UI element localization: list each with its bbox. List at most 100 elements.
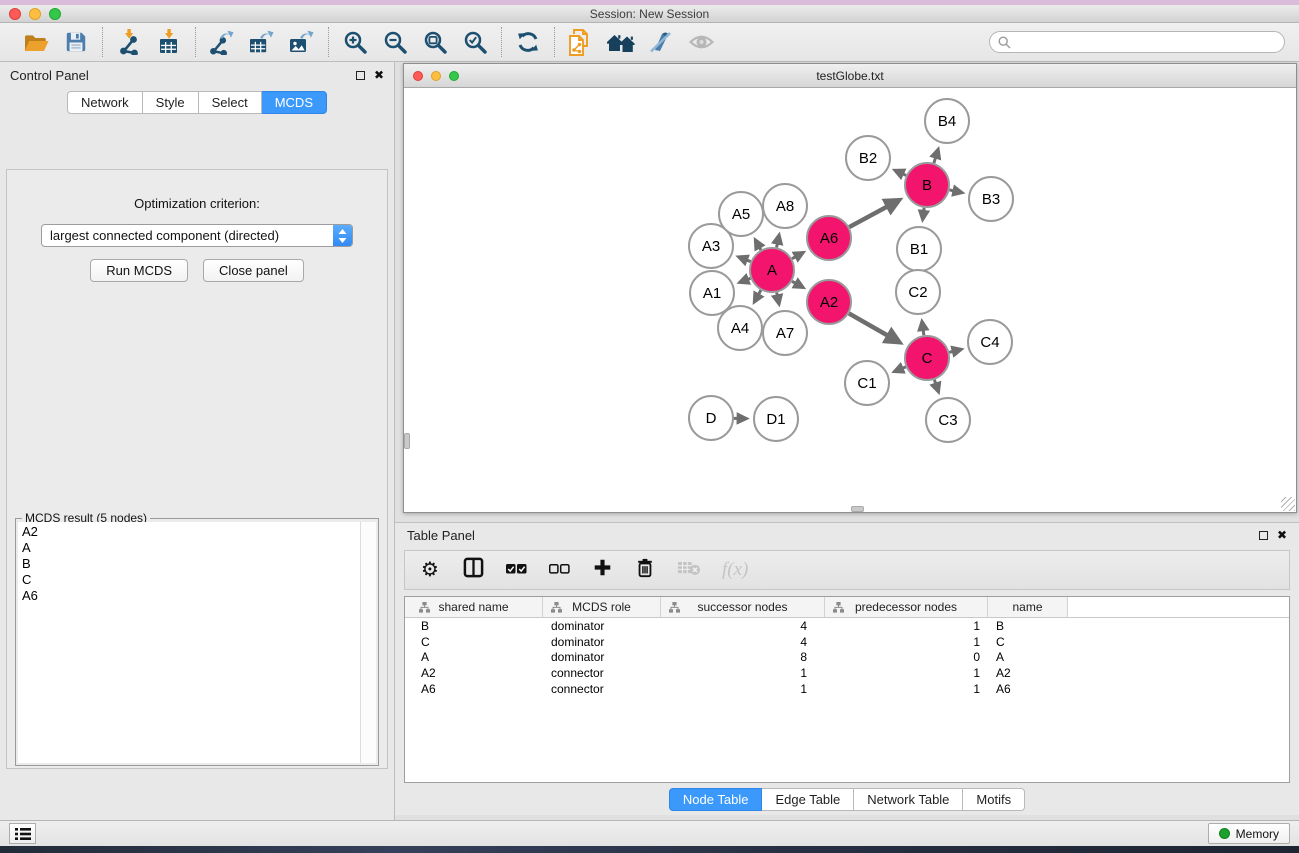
clone-network-button[interactable] xyxy=(568,29,594,55)
save-session-button[interactable] xyxy=(63,29,89,55)
hide-labels-button[interactable] xyxy=(648,29,674,55)
column-header-successor-nodes[interactable]: successor nodes xyxy=(661,597,825,617)
network-minimize-button[interactable] xyxy=(431,71,441,81)
refresh-layout-button[interactable] xyxy=(515,29,541,55)
close-panel-button[interactable]: Close panel xyxy=(203,259,304,282)
canvas-vertical-scrollbar[interactable] xyxy=(404,433,410,449)
edge-C-C2[interactable] xyxy=(922,322,924,336)
tab-mcds[interactable]: MCDS xyxy=(262,91,327,114)
node-A4[interactable]: A4 xyxy=(718,306,762,350)
close-table-panel-icon[interactable]: ✖ xyxy=(1277,529,1287,541)
edge-B-B4[interactable] xyxy=(934,149,938,163)
table-row[interactable]: Adominator80A xyxy=(405,650,1289,666)
edge-A2-C[interactable] xyxy=(849,313,899,342)
zoom-selected-button[interactable] xyxy=(462,29,488,55)
zoom-window-button[interactable] xyxy=(49,8,61,20)
open-file-button[interactable] xyxy=(23,29,49,55)
column-header-predecessor-nodes[interactable]: predecessor nodes xyxy=(825,597,988,617)
node-A2[interactable]: A2 xyxy=(807,280,851,324)
task-history-button[interactable] xyxy=(9,823,36,844)
tab-network-table[interactable]: Network Table xyxy=(854,788,963,811)
mcds-result-item[interactable]: A xyxy=(22,540,360,556)
edge-C-C4[interactable] xyxy=(949,349,961,352)
edge-A-A3[interactable] xyxy=(739,257,751,262)
edge-B-B1[interactable] xyxy=(923,208,924,220)
node-A[interactable]: A xyxy=(750,248,794,292)
column-header-name[interactable]: name xyxy=(988,597,1068,617)
canvas-horizontal-scrollbar[interactable] xyxy=(851,506,864,512)
zoom-in-button[interactable] xyxy=(342,29,368,55)
minimize-window-button[interactable] xyxy=(29,8,41,20)
search-box[interactable] xyxy=(989,31,1285,53)
run-mcds-button[interactable]: Run MCDS xyxy=(90,259,188,282)
window-resize-grip[interactable] xyxy=(1281,497,1295,511)
node-A5[interactable]: A5 xyxy=(719,192,763,236)
memory-button[interactable]: Memory xyxy=(1208,823,1290,844)
tab-node-table[interactable]: Node Table xyxy=(669,788,763,811)
zoom-out-button[interactable] xyxy=(382,29,408,55)
edge-A6-B[interactable] xyxy=(849,200,898,227)
mcds-result-item[interactable]: B xyxy=(22,556,360,572)
network-close-button[interactable] xyxy=(413,71,423,81)
tab-motifs[interactable]: Motifs xyxy=(963,788,1025,811)
edge-B-B2[interactable] xyxy=(895,170,906,175)
node-D[interactable]: D xyxy=(689,396,733,440)
edge-A-A2[interactable] xyxy=(792,281,803,287)
mcds-result-item[interactable]: C xyxy=(22,572,360,588)
node-B4[interactable]: B4 xyxy=(925,99,969,143)
criterion-dropdown[interactable]: largest connected component (directed) xyxy=(41,224,353,247)
network-zoom-button[interactable] xyxy=(449,71,459,81)
select-all-rows-button[interactable] xyxy=(505,558,527,582)
tab-edge-table[interactable]: Edge Table xyxy=(762,788,854,811)
network-canvas[interactable]: AA1A2A3A4A5A6A7A8BB1B2B3B4CC1C2C3C4DD1 xyxy=(404,88,1296,512)
table-row[interactable]: Cdominator41C xyxy=(405,634,1289,650)
column-header-MCDS-role[interactable]: MCDS role xyxy=(543,597,661,617)
edge-A-A4[interactable] xyxy=(754,290,760,302)
table-row[interactable]: A2connector11A2 xyxy=(405,665,1289,681)
edge-A-A5[interactable] xyxy=(755,240,760,250)
node-A8[interactable]: A8 xyxy=(763,184,807,228)
export-table-button[interactable] xyxy=(249,29,275,55)
close-window-button[interactable] xyxy=(9,8,21,20)
search-input[interactable] xyxy=(1016,35,1276,49)
delete-column-button[interactable] xyxy=(634,558,656,582)
edge-C-C1[interactable] xyxy=(895,367,906,372)
mcds-result-item[interactable]: A6 xyxy=(22,588,360,604)
add-column-button[interactable] xyxy=(591,558,613,582)
float-panel-icon[interactable] xyxy=(356,71,365,80)
edge-A-A6[interactable] xyxy=(792,253,803,259)
node-C1[interactable]: C1 xyxy=(845,361,889,405)
table-settings-button[interactable]: ⚙ xyxy=(419,558,441,582)
edge-B-B3[interactable] xyxy=(949,190,961,193)
home-button[interactable] xyxy=(608,29,634,55)
node-B3[interactable]: B3 xyxy=(969,177,1013,221)
node-C[interactable]: C xyxy=(905,336,949,380)
node-A7[interactable]: A7 xyxy=(763,311,807,355)
node-C3[interactable]: C3 xyxy=(926,398,970,442)
node-C4[interactable]: C4 xyxy=(968,320,1012,364)
column-header-shared-name[interactable]: shared name xyxy=(405,597,543,617)
mcds-result-list[interactable]: A2ABCA6 xyxy=(18,522,361,763)
node-C2[interactable]: C2 xyxy=(896,270,940,314)
node-D1[interactable]: D1 xyxy=(754,397,798,441)
node-B[interactable]: B xyxy=(905,163,949,207)
export-image-button[interactable] xyxy=(289,29,315,55)
zoom-fit-button[interactable] xyxy=(422,29,448,55)
tab-network[interactable]: Network xyxy=(67,91,143,114)
mcds-result-item[interactable]: A2 xyxy=(22,524,360,540)
result-scrollbar[interactable] xyxy=(361,522,376,763)
node-A6[interactable]: A6 xyxy=(807,216,851,260)
node-B1[interactable]: B1 xyxy=(897,227,941,271)
edge-A-A1[interactable] xyxy=(740,278,751,282)
edge-A-A8[interactable] xyxy=(777,235,779,247)
tab-style[interactable]: Style xyxy=(143,91,199,114)
node-A1[interactable]: A1 xyxy=(690,271,734,315)
edge-C-C3[interactable] xyxy=(934,380,938,392)
node-B2[interactable]: B2 xyxy=(846,136,890,180)
show-hide-button[interactable] xyxy=(688,29,714,55)
float-table-panel-icon[interactable] xyxy=(1259,531,1268,540)
export-network-button[interactable] xyxy=(209,29,235,55)
deselect-all-rows-button[interactable] xyxy=(548,558,570,582)
show-columns-button[interactable] xyxy=(462,558,484,582)
table-row[interactable]: Bdominator41B xyxy=(405,618,1289,634)
